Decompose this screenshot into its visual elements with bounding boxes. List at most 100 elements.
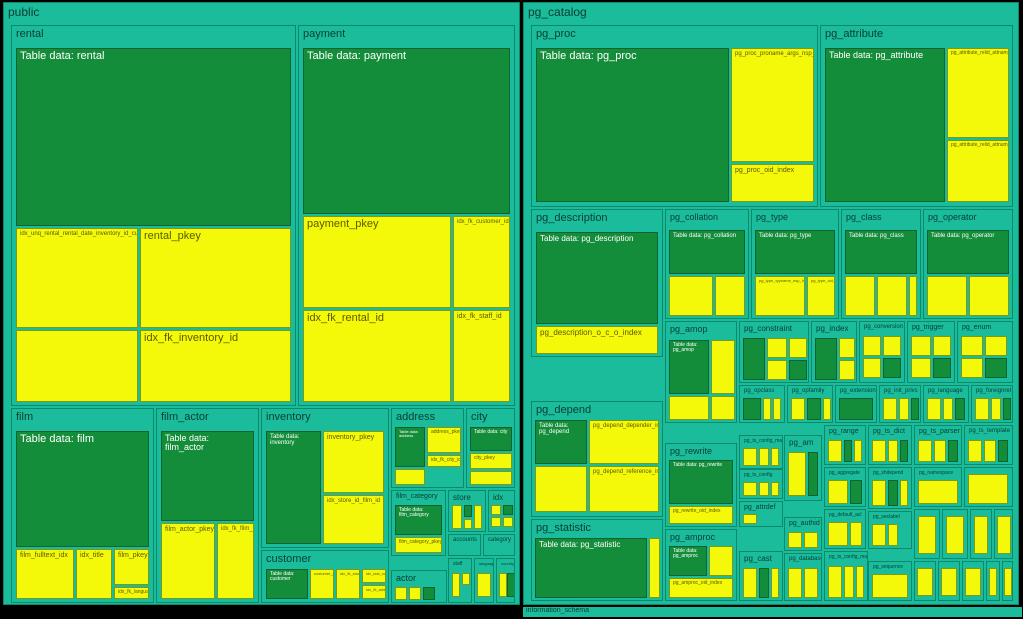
table-pg-small[interactable] (914, 561, 936, 601)
index-block[interactable]: idx_fk_address_id (362, 585, 386, 599)
index-block[interactable] (823, 398, 831, 420)
index-block[interactable] (759, 482, 769, 496)
table-pg-foreignrel[interactable]: pg_foreignrel (971, 385, 1013, 423)
index-block[interactable] (711, 340, 735, 394)
index-block[interactable]: film_pkey (114, 549, 149, 585)
table-pg-conversion[interactable]: pg_conversion (859, 321, 905, 383)
table-data-block[interactable] (507, 573, 515, 597)
table-pg-attrdef[interactable]: pg_attrdef (739, 501, 783, 527)
index-block[interactable] (917, 568, 933, 596)
index-block[interactable] (909, 276, 917, 316)
index-block[interactable] (968, 440, 982, 462)
table-pg-opfamily[interactable]: pg_opfamily (787, 385, 833, 423)
table-data-block[interactable] (743, 338, 765, 380)
table-data-block[interactable]: Table data: customer (266, 569, 308, 599)
table-pg-extension[interactable]: pg_extension (835, 385, 877, 423)
table-data-block[interactable] (759, 568, 769, 598)
table-pg-range[interactable]: pg_range (824, 425, 866, 465)
table-data-block[interactable]: Table data: address (395, 427, 425, 467)
table-film[interactable]: film Table data: film film_fulltext_idx … (11, 408, 154, 603)
index-block[interactable] (911, 358, 931, 378)
table-data-block[interactable]: Table data: pg_proc (536, 48, 729, 202)
index-block[interactable] (839, 338, 855, 358)
table-data-block[interactable]: Table data: payment (303, 48, 510, 214)
table-data-block[interactable] (464, 505, 472, 517)
index-block[interactable] (773, 398, 781, 420)
index-block[interactable] (850, 522, 862, 546)
table-actor[interactable]: actor (391, 570, 447, 603)
table-country[interactable]: country (496, 558, 515, 603)
index-block[interactable] (788, 568, 802, 598)
index-block[interactable] (767, 338, 787, 358)
table-pg-rewrite[interactable]: pg_rewrite Table data: pg_rewrite pg_rew… (665, 443, 737, 527)
table-pg-depend[interactable]: pg_depend Table data: pg_depend pg_depen… (531, 401, 663, 517)
index-block[interactable] (844, 566, 854, 598)
table-data-block[interactable] (948, 440, 958, 462)
index-block[interactable]: city_pkey (470, 453, 512, 469)
index-block[interactable] (828, 522, 848, 546)
table-pg-authid[interactable]: pg_authid (784, 517, 822, 551)
index-block[interactable] (491, 505, 501, 515)
index-block[interactable] (961, 358, 983, 378)
index-block[interactable]: pg_depend_reference_index (589, 466, 659, 512)
index-block[interactable]: film_fulltext_idx (16, 549, 74, 599)
table-pg-sequence[interactable]: pg_sequence (868, 561, 912, 601)
index-block[interactable] (464, 519, 472, 529)
table-pg-amop[interactable]: pg_amop Table data: pg_amop (665, 321, 737, 423)
index-block[interactable] (395, 587, 407, 600)
table-data-block[interactable] (850, 480, 862, 504)
schema-public[interactable]: public rental Table data: rental idx_unq… (3, 2, 520, 605)
schema-information-schema[interactable]: information_schema (523, 607, 1022, 617)
table-pg-ts-dict[interactable]: pg_ts_dict (868, 425, 912, 465)
index-block[interactable] (883, 398, 897, 420)
table-pg-enum[interactable]: pg_enum (957, 321, 1013, 383)
index-block[interactable]: idx_unq_rental_rental_date_inventory_id_… (16, 228, 138, 328)
index-block[interactable] (872, 524, 886, 546)
index-block[interactable]: pg_type_typname_nsp_index (755, 276, 805, 316)
index-block[interactable] (759, 448, 769, 466)
table-data-block[interactable]: Table data: film_actor (161, 431, 254, 521)
table-data-block[interactable] (844, 440, 852, 462)
index-block[interactable]: idx_title (76, 549, 112, 599)
table-pg-small[interactable] (938, 561, 960, 601)
table-data-block[interactable]: Table data: pg_operator (927, 230, 1009, 274)
index-block[interactable]: pg_depend_depender_index (589, 420, 659, 464)
index-block[interactable] (16, 330, 138, 402)
index-block[interactable] (804, 532, 818, 548)
table-staff[interactable]: staff (448, 558, 472, 603)
index-block[interactable] (828, 440, 842, 462)
index-block[interactable] (888, 524, 898, 546)
table-data-block[interactable] (900, 440, 908, 462)
table-data-block[interactable] (815, 338, 837, 380)
index-block[interactable] (946, 516, 964, 554)
index-block[interactable] (743, 482, 757, 496)
index-block[interactable] (669, 276, 713, 316)
table-pg-init-privs[interactable]: pg_init_privs (879, 385, 921, 423)
index-block[interactable] (763, 398, 771, 420)
index-block[interactable]: idx_fk_city_id (427, 455, 461, 467)
table-pg-ts-parser[interactable]: pg_ts_parser (914, 425, 962, 465)
table-data-block[interactable] (503, 505, 513, 515)
table-data-block[interactable] (985, 358, 1007, 378)
index-block[interactable] (474, 505, 482, 529)
table-customer[interactable]: customer Table data: customer customer_p… (261, 550, 389, 603)
table-language[interactable]: language (474, 558, 494, 603)
table-data-block[interactable]: Table data: inventory (266, 431, 321, 544)
table-data-block[interactable]: Table data: film (16, 431, 149, 547)
index-block[interactable] (934, 440, 946, 462)
table-city[interactable]: city Table data: city city_pkey (466, 408, 515, 488)
index-block[interactable] (927, 276, 967, 316)
index-block[interactable] (989, 568, 997, 596)
table-pg-attribute[interactable]: pg_attribute Table data: pg_attribute pg… (820, 25, 1013, 207)
table-pg-opclass[interactable]: pg_opclass (739, 385, 785, 423)
table-film-actor[interactable]: film_actor Table data: film_actor film_a… (156, 408, 259, 603)
table-data-block[interactable]: Table data: pg_amproc (669, 546, 707, 576)
table-pg-small[interactable] (964, 467, 1013, 507)
index-block[interactable]: pg_attribute_relid_attnum_index (947, 140, 1009, 202)
index-block[interactable]: idx_fk_language_id (114, 587, 149, 599)
index-block[interactable] (743, 514, 757, 524)
schema-pg-catalog[interactable]: pg_catalog pg_proc Table data: pg_proc p… (523, 2, 1019, 605)
index-block[interactable]: pg_proc_oid_index (731, 164, 814, 202)
table-pg-am[interactable]: pg_am (784, 435, 822, 501)
index-block[interactable] (872, 440, 886, 462)
